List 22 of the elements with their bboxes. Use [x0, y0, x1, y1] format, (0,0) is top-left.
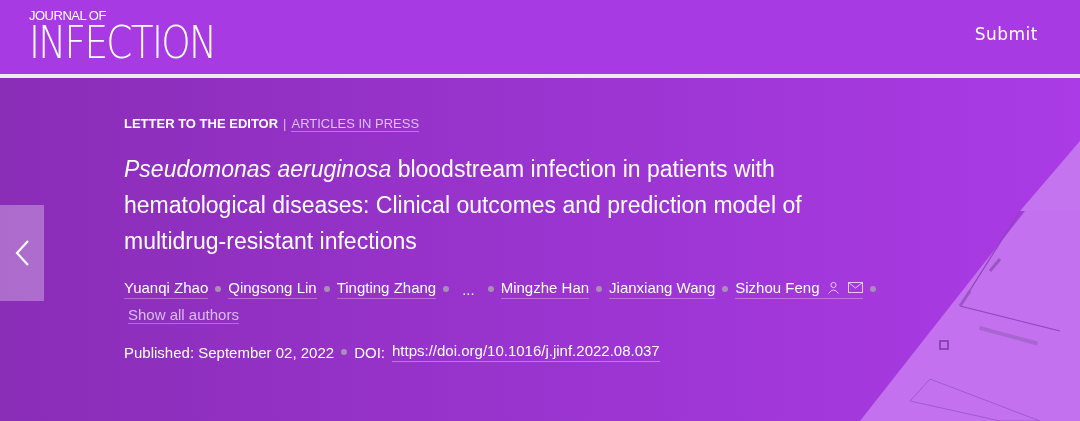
chevron-left-icon	[14, 239, 30, 267]
published-date: Published: September 02, 2022	[124, 343, 335, 361]
ellipsis: ...	[461, 280, 476, 298]
author-link[interactable]: Mingzhe Han	[500, 279, 590, 299]
mail-icon	[848, 282, 864, 293]
article-title: Pseudomonas aeruginosa bloodstream infection in patients with hematological diseases: Clinical outcomes and prediction model of multidrug-resistant infections	[124, 155, 803, 256]
author-link[interactable]: Yuanqi Zhao	[124, 279, 209, 299]
author-link[interactable]: Tingting Zhang	[336, 279, 437, 299]
section-link[interactable]: ARTICLES IN PRESS	[291, 116, 420, 132]
author-link[interactable]: Sizhou Feng	[735, 279, 864, 299]
submit-link[interactable]: Submit	[974, 24, 1038, 44]
author-link[interactable]: Qingsong Lin	[228, 279, 317, 299]
previous-button[interactable]	[0, 205, 44, 301]
author-link[interactable]: Jianxiang Wang	[609, 279, 716, 299]
doi-link[interactable]: https://doi.org/10.1016/j.jinf.2022.08.037	[392, 342, 660, 362]
doi-label: DOI:	[354, 343, 385, 361]
logo-title[interactable]: INFECTION	[29, 23, 216, 63]
article-type: LETTER TO THE EDITOR	[124, 116, 279, 131]
person-icon	[827, 281, 841, 294]
show-all-authors-link[interactable]: Show all authors	[128, 306, 239, 324]
logo-subtitle: JOURNAL OF	[29, 9, 107, 23]
separator: |	[283, 116, 287, 131]
